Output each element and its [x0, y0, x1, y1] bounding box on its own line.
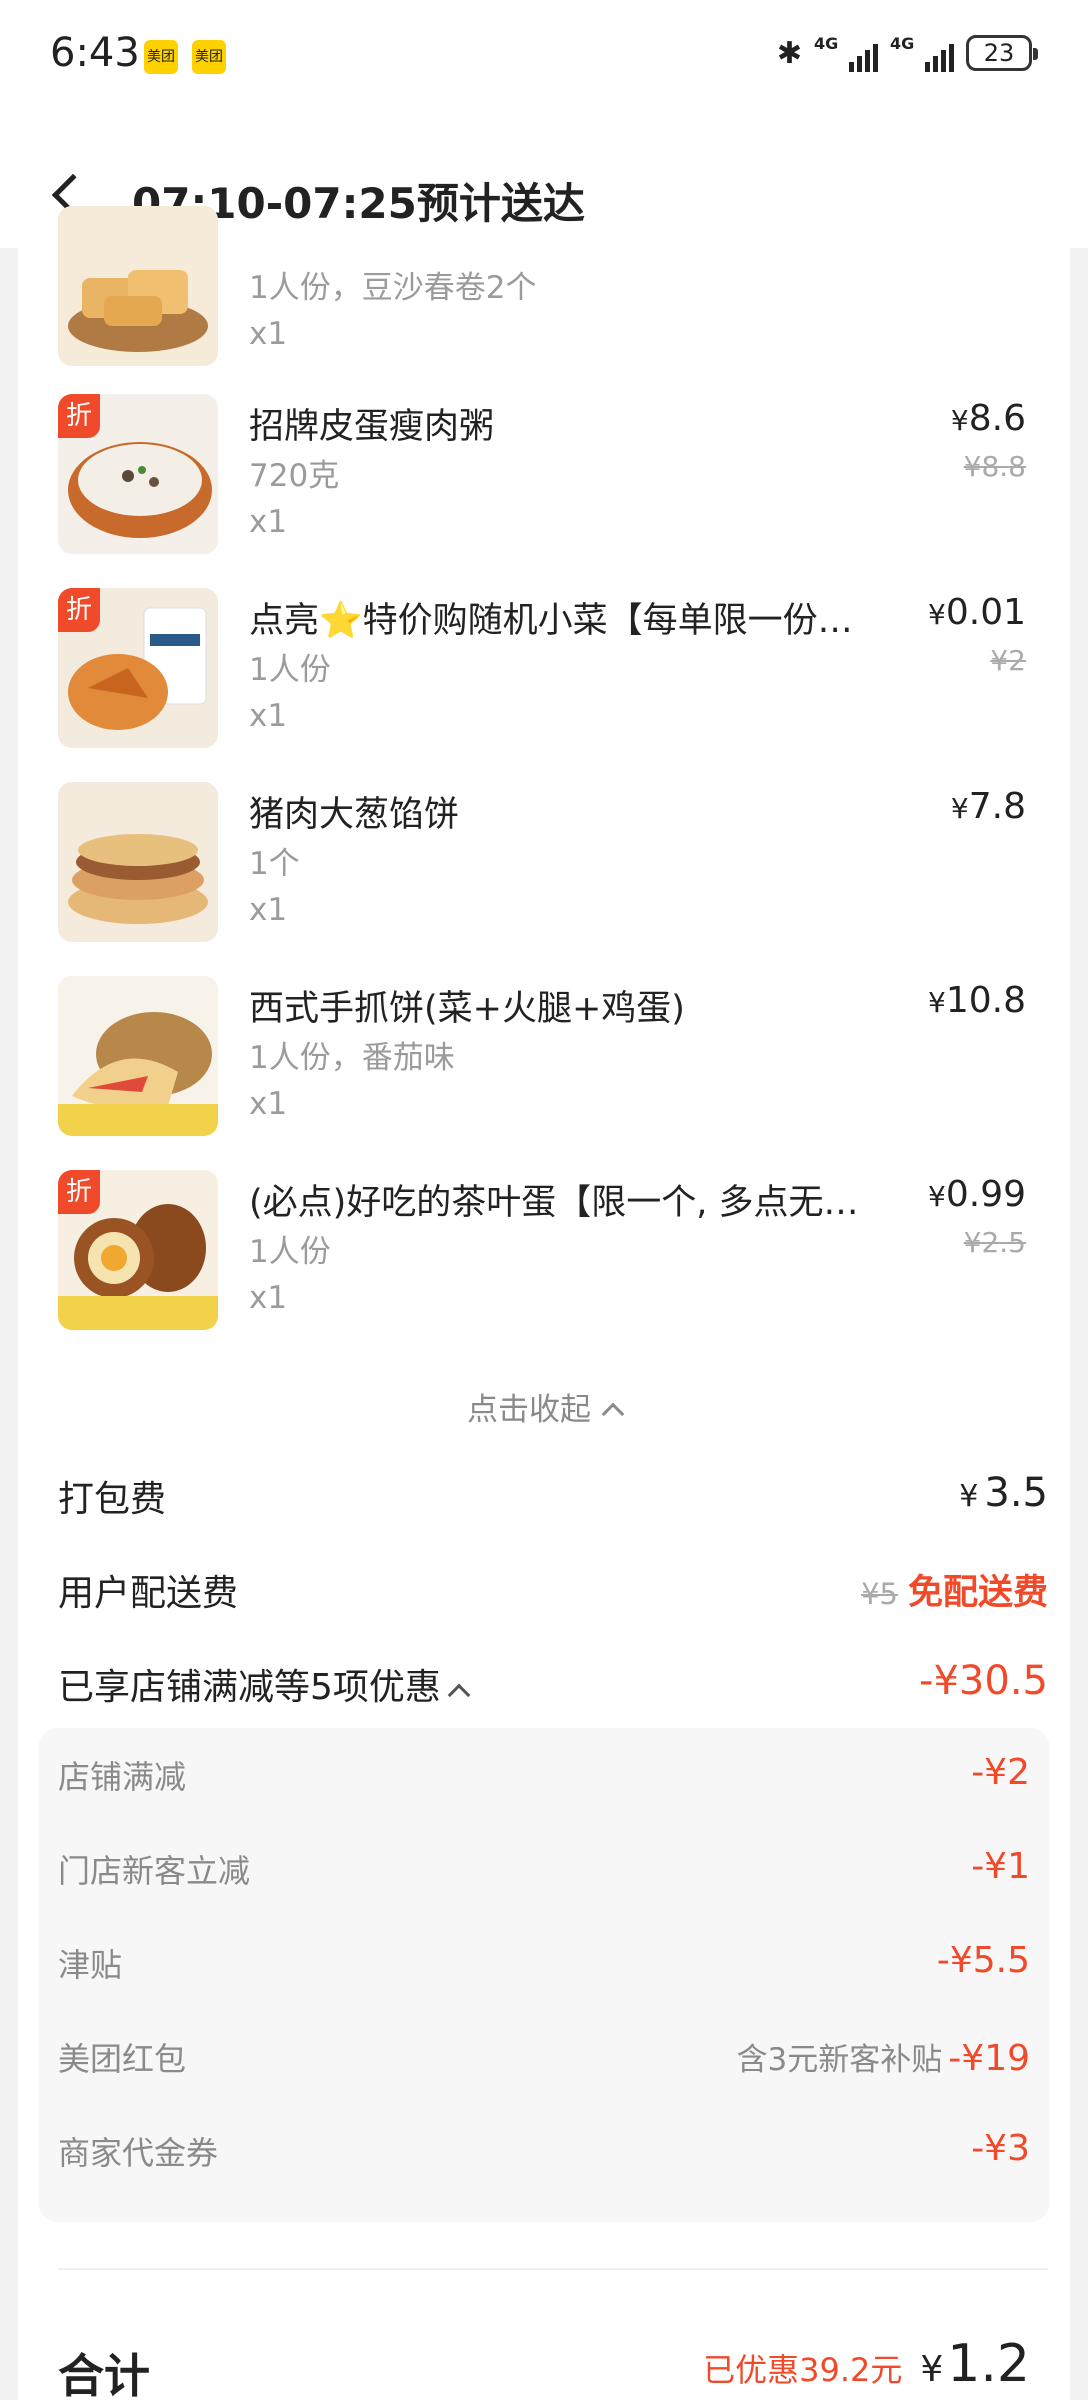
item-name: 招牌皮蛋瘦肉粥 [249, 407, 495, 447]
free-delivery-label: 免配送费 [907, 1573, 1048, 1613]
discount-row: 津贴 -¥5.5 [58, 1940, 1030, 1990]
collapse-label: 点击收起 [467, 1392, 591, 1428]
discount-row: 店铺满减 -¥2 [58, 1752, 1030, 1802]
total-label: 合计 [58, 2349, 150, 2400]
meituan-notification-icon: 美团 [192, 40, 226, 74]
discount-label: 美团红包 [58, 2040, 187, 2078]
item-original-price: ¥8.8 [963, 450, 1026, 483]
item-spec: 1人份，豆沙春卷2个 [249, 270, 537, 306]
network-type: 4G [890, 34, 915, 53]
discount-row: 商家代金券 -¥3 [58, 2128, 1030, 2178]
status-icons: ✱ 4G 4G 23 [776, 34, 1038, 72]
delivery-fee-label: 用户配送费 [58, 1573, 239, 1614]
item-price: ¥7.8 [950, 786, 1026, 827]
item-spec: 1人份 [249, 1234, 331, 1270]
discount-summary-row[interactable]: 已享店铺满减等5项优惠 -¥30.5 [58, 1658, 1048, 1718]
chevron-up-icon [601, 1402, 625, 1426]
item-thumbnail-hand-cake [58, 976, 218, 1136]
item-original-price: ¥2 [990, 644, 1026, 677]
item-price: ¥0.99 [928, 1174, 1026, 1215]
packing-fee-row: 打包费 ¥3.5 [58, 1470, 1048, 1530]
packing-fee-value: ¥3.5 [959, 1470, 1048, 1516]
discount-summary-label: 已享店铺满减等5项优惠 [58, 1658, 471, 1710]
discount-label: 门店新客立减 [58, 1852, 251, 1890]
item-thumbnail-side-dish: 折 [58, 588, 218, 748]
meituan-notification-icon: 美团 [144, 40, 178, 74]
bluetooth-icon: ✱ [776, 35, 802, 71]
item-thumbnail-tea-egg: 折 [58, 1170, 218, 1330]
battery-icon: 23 [966, 35, 1038, 71]
item-spec: 1人份，番茄味 [249, 1040, 455, 1076]
order-detail-card: 1人份，豆沙春卷2个 x1 折 招牌皮蛋瘦肉粥 720克 x1 ¥8.6 ¥8.… [18, 206, 1070, 2400]
discount-note: 含3元新客补贴 [736, 2042, 943, 2078]
item-quantity: x1 [249, 892, 288, 928]
discount-row: 美团红包 含3元新客补贴 -¥19 [58, 2034, 1030, 2084]
order-item: 猪肉大葱馅饼 1个 x1 ¥7.8 [18, 782, 1070, 958]
item-name: (必点)好吃的茶叶蛋【限一个, 多点无… [249, 1183, 859, 1223]
signal-icon: 4G [890, 34, 954, 72]
status-bar: 6:43 美团 美团 ✱ 4G 4G 23 [0, 0, 1088, 112]
item-original-price: ¥2.5 [963, 1226, 1026, 1259]
item-quantity: x1 [249, 1086, 288, 1122]
discount-tag: 折 [58, 1170, 100, 1214]
discount-value: 含3元新客补贴 -¥19 [736, 2038, 1030, 2079]
item-spec: 1人份 [249, 652, 331, 688]
discount-value: -¥5.5 [936, 1940, 1030, 1981]
order-item: 折 点亮⭐特价购随机小菜【每单限一份… 1人份 x1 ¥0.01 ¥2 [18, 588, 1070, 764]
item-name: 西式手抓饼(菜+火腿+鸡蛋) [249, 989, 685, 1029]
discount-label: 店铺满减 [58, 1758, 187, 1796]
item-thumbnail-meat-pie [58, 782, 218, 942]
item-quantity: x1 [249, 698, 288, 734]
discount-details-panel: 店铺满减 -¥2 门店新客立减 -¥1 津贴 -¥5.5 美团红包 含3元新客补… [38, 1728, 1050, 2222]
order-item: 折 (必点)好吃的茶叶蛋【限一个, 多点无… 1人份 x1 ¥0.99 ¥2.5 [18, 1170, 1070, 1346]
delivery-fee-original: ¥5 [861, 1577, 898, 1611]
discount-label: 商家代金券 [58, 2134, 219, 2172]
status-time: 6:43 [50, 30, 140, 76]
discount-label: 津贴 [58, 1946, 123, 1984]
discount-value: -¥2 [971, 1752, 1030, 1793]
item-quantity: x1 [249, 504, 288, 540]
order-item: 西式手抓饼(菜+火腿+鸡蛋) 1人份，番茄味 x1 ¥10.8 [18, 976, 1070, 1152]
packing-fee-label: 打包费 [58, 1479, 167, 1520]
order-item: 1人份，豆沙春卷2个 x1 [18, 206, 1070, 382]
order-item: 折 招牌皮蛋瘦肉粥 720克 x1 ¥8.6 ¥8.8 [18, 394, 1070, 570]
item-price: ¥10.8 [928, 980, 1026, 1021]
total-row: 已优惠39.2元 ¥1.2 [703, 2334, 1030, 2394]
item-spec: 720克 [249, 458, 340, 494]
item-price: ¥0.01 [928, 592, 1026, 633]
discount-row: 门店新客立减 -¥1 [58, 1846, 1030, 1896]
network-type: 4G [814, 34, 839, 53]
discount-value: -¥1 [971, 1846, 1030, 1887]
discount-tag: 折 [58, 394, 100, 438]
discount-summary-value: -¥30.5 [919, 1658, 1048, 1704]
item-price: ¥8.6 [950, 398, 1026, 439]
item-name: 猪肉大葱馅饼 [249, 795, 460, 835]
total-value: ¥1.2 [920, 2334, 1030, 2394]
item-name: 点亮⭐特价购随机小菜【每单限一份… [249, 601, 853, 641]
discount-value: -¥3 [971, 2128, 1030, 2169]
chevron-up-icon [447, 1683, 471, 1707]
item-quantity: x1 [249, 316, 288, 352]
collapse-button[interactable]: 点击收起 [18, 1384, 1070, 1429]
total-saved: 已优惠39.2元 [703, 2351, 903, 2389]
signal-icon: 4G [814, 34, 878, 72]
item-thumbnail-congee: 折 [58, 394, 218, 554]
item-thumbnail-spring-roll [58, 206, 218, 366]
item-quantity: x1 [249, 1280, 288, 1316]
item-spec: 1个 [249, 846, 300, 882]
divider [58, 2268, 1048, 2270]
discount-tag: 折 [58, 588, 100, 632]
delivery-fee-row: 用户配送费 ¥5 免配送费 [58, 1564, 1048, 1624]
delivery-fee-value: ¥5 免配送费 [861, 1564, 1048, 1615]
